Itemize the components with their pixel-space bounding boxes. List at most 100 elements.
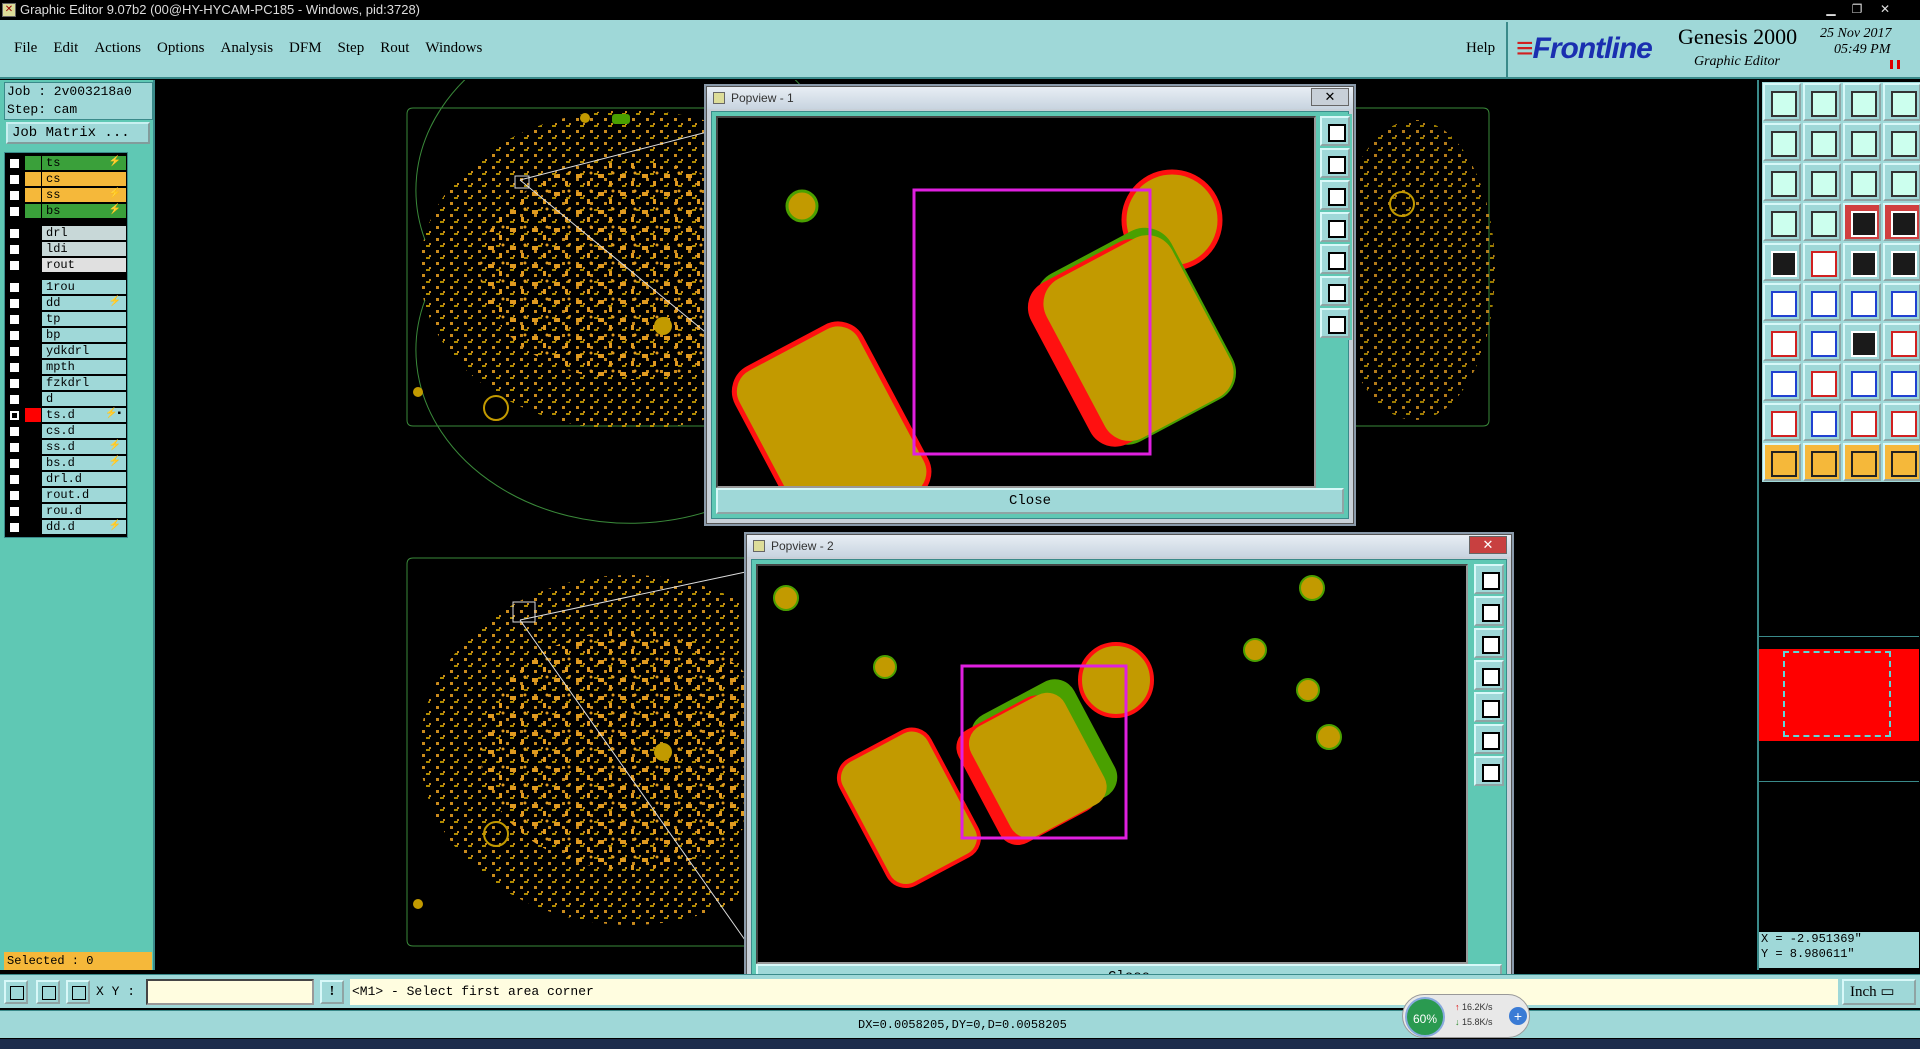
layer-name[interactable]: bp	[42, 328, 126, 342]
layer-checkbox[interactable]	[9, 314, 20, 325]
layer-row-tp[interactable]: tp	[5, 311, 127, 327]
layer-row-ss-d[interactable]: ss.d ⚡	[5, 439, 127, 455]
layer-checkbox[interactable]	[9, 174, 20, 185]
menu-rout[interactable]: Rout	[372, 40, 417, 57]
add-line-icon[interactable]	[1803, 243, 1841, 281]
layer-color-swatch[interactable]	[25, 188, 41, 202]
unit-selector[interactable]: Inch ▭	[1842, 979, 1916, 1005]
layer-color-swatch[interactable]	[25, 360, 41, 374]
layer-color-swatch[interactable]	[25, 440, 41, 454]
layer-color-swatch[interactable]	[25, 520, 41, 534]
triangle-b-icon[interactable]	[1803, 403, 1841, 441]
layer-checkbox[interactable]	[9, 298, 20, 309]
layer-color-swatch[interactable]	[25, 156, 41, 170]
triangle-a-icon[interactable]	[1763, 403, 1801, 441]
layer-checkbox[interactable]	[9, 506, 20, 517]
mirror-icon[interactable]	[1883, 123, 1920, 161]
menu-windows[interactable]: Windows	[417, 40, 490, 57]
popview-2-titlebar[interactable]: Popview - 2 ✕	[747, 535, 1511, 557]
zoom-fit-icon[interactable]	[1763, 163, 1801, 201]
layer-stack-icon[interactable]	[1883, 203, 1920, 241]
popview-pan-right-icon[interactable]	[1474, 692, 1504, 722]
popview-zoom-out-icon[interactable]	[1320, 180, 1350, 210]
layer-name[interactable]: rout	[42, 258, 126, 272]
layer-row-rou-d[interactable]: rou.d	[5, 503, 127, 519]
popview-1-titlebar[interactable]: Popview - 1 ✕	[707, 87, 1353, 109]
layer-name[interactable]: ldi	[42, 242, 126, 256]
menu-edit[interactable]: Edit	[45, 40, 86, 57]
add-circle-icon[interactable]	[1883, 243, 1920, 281]
popview-center-icon[interactable]	[1320, 308, 1350, 338]
open-step-icon[interactable]	[1763, 83, 1801, 121]
layer-row-dd[interactable]: dd ⚡	[5, 295, 127, 311]
layer-color-swatch[interactable]	[25, 312, 41, 326]
grid-mode-icon[interactable]	[66, 980, 90, 1004]
layer-color-swatch[interactable]	[25, 392, 41, 406]
layer-color-swatch[interactable]	[25, 258, 41, 272]
layer-checkbox[interactable]	[9, 260, 20, 271]
layer-checkbox[interactable]	[9, 474, 20, 485]
plus-icon[interactable]: +	[1509, 1007, 1527, 1025]
menu-analysis[interactable]: Analysis	[213, 40, 282, 57]
layer-color-swatch[interactable]	[25, 344, 41, 358]
layer-row-ldi[interactable]: ldi	[5, 241, 127, 257]
layer-name[interactable]: drl	[42, 226, 126, 240]
layer-checkbox[interactable]	[9, 394, 20, 405]
popview-pan-left-icon[interactable]	[1320, 212, 1350, 242]
layer-name[interactable]: tp	[42, 312, 126, 326]
layer-row-rout-d[interactable]: rout.d	[5, 487, 127, 503]
cut-icon[interactable]	[1803, 363, 1841, 401]
zoom-center-icon[interactable]	[1803, 163, 1841, 201]
grid-icon[interactable]	[1803, 203, 1841, 241]
select-all-icon[interactable]	[1803, 443, 1841, 481]
layer-checkbox[interactable]	[9, 490, 20, 501]
copy-icon[interactable]	[1883, 363, 1920, 401]
layer-color-swatch[interactable]	[25, 456, 41, 470]
layer-checkbox[interactable]	[9, 522, 20, 533]
layer-checkbox[interactable]	[9, 362, 20, 373]
close-window-button[interactable]: ✕	[1874, 1, 1896, 17]
layer-name[interactable]: rout.d	[42, 488, 126, 502]
menu-options[interactable]: Options	[149, 40, 213, 57]
layer-checkbox[interactable]	[9, 158, 20, 169]
layer-color-swatch[interactable]	[25, 488, 41, 502]
popview-zoom-fit-icon[interactable]	[1320, 116, 1350, 146]
layer-name[interactable]: rou.d	[42, 504, 126, 518]
measure-mode-icon[interactable]	[36, 980, 60, 1004]
pan-right-icon[interactable]	[1803, 123, 1841, 161]
layer-name[interactable]: cs	[42, 172, 126, 186]
angle-icon[interactable]	[1763, 323, 1801, 361]
query-icon[interactable]	[1883, 163, 1920, 201]
select-icon[interactable]	[1763, 443, 1801, 481]
layer-checkbox[interactable]	[9, 228, 20, 239]
snap-icon[interactable]	[1763, 203, 1801, 241]
layer-row-cs-d[interactable]: cs.d	[5, 423, 127, 439]
layer-row-bs-d[interactable]: bs.d ⚡	[5, 455, 127, 471]
layer-row-1rou[interactable]: 1rou	[5, 279, 127, 295]
measure-icon[interactable]	[1843, 243, 1881, 281]
layer-name[interactable]: ydkdrl	[42, 344, 126, 358]
popview-center-icon[interactable]	[1474, 756, 1504, 786]
popview-zoom-out-icon[interactable]	[1474, 628, 1504, 658]
menu-help[interactable]: Help	[1458, 40, 1503, 57]
layer-row-rout[interactable]: rout	[5, 257, 127, 273]
popview-zoom-in-icon[interactable]	[1320, 148, 1350, 178]
layer-row-d[interactable]: d	[5, 391, 127, 407]
menu-file[interactable]: File	[14, 40, 45, 57]
popview-pan-right-icon[interactable]	[1320, 244, 1350, 274]
arc-icon[interactable]	[1843, 323, 1881, 361]
layer-checkbox[interactable]	[9, 378, 20, 389]
layer-row-ts[interactable]: ts ⚡	[5, 155, 127, 171]
layer-compare-icon[interactable]	[1843, 203, 1881, 241]
slope-icon[interactable]	[1803, 323, 1841, 361]
layer-row-bp[interactable]: bp	[5, 327, 127, 343]
layer-color-swatch[interactable]	[25, 296, 41, 310]
layer-checkbox[interactable]	[9, 282, 20, 293]
layer-checkbox[interactable]	[9, 206, 20, 217]
layer-row-ydkdrl[interactable]: ydkdrl	[5, 343, 127, 359]
layer-color-swatch[interactable]	[25, 408, 41, 422]
add-surface-icon[interactable]	[1763, 363, 1801, 401]
select-touch-icon[interactable]	[1843, 443, 1881, 481]
network-monitor-widget[interactable]: 60% ↑ 16.2K/s ↓ 15.8K/s +	[1402, 994, 1530, 1038]
save-icon[interactable]	[1803, 83, 1841, 121]
